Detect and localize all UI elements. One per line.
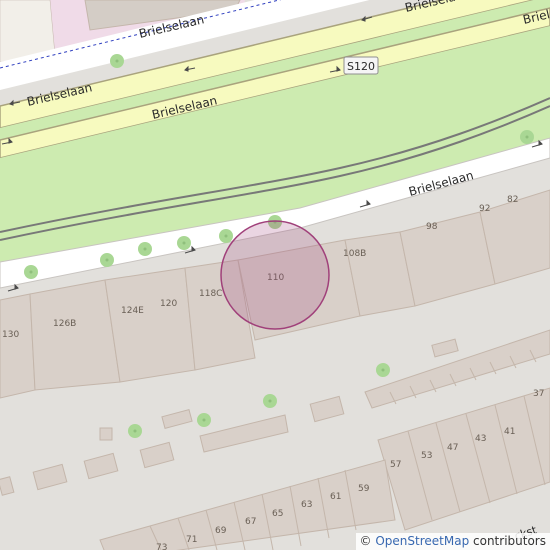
house-number: 41	[504, 427, 515, 437]
house-number: 69	[215, 526, 227, 536]
house-number: 47	[447, 443, 458, 453]
route-shield: S120	[343, 56, 379, 75]
house-number: 63	[301, 500, 312, 510]
house-number: 43	[475, 434, 486, 444]
house-number: 108B	[343, 249, 366, 259]
house-number: 82	[507, 195, 518, 205]
route-shield-label: S120	[347, 60, 375, 73]
map-canvas[interactable]: Brielselaan Brielselaan Brielselaan Brie…	[0, 0, 550, 550]
house-number: 130	[2, 330, 19, 340]
house-number: 98	[426, 222, 438, 232]
house-number: 126B	[53, 319, 76, 329]
house-number: 61	[330, 492, 341, 502]
map-attribution: © OpenStreetMap contributors	[355, 533, 550, 550]
house-number: 65	[272, 509, 283, 519]
house-number: 71	[186, 535, 197, 545]
house-number: 92	[479, 204, 490, 214]
attribution-suffix: contributors	[473, 534, 546, 548]
house-number: 53	[421, 451, 432, 461]
openstreetmap-link[interactable]: OpenStreetMap	[375, 534, 469, 548]
house-number: 124E	[121, 306, 144, 316]
house-number: 73	[156, 543, 167, 550]
house-number: 120	[160, 299, 177, 309]
map-view[interactable]: Brielselaan Brielselaan Brielselaan Brie…	[0, 0, 550, 550]
house-number: 67	[245, 517, 256, 527]
location-marker[interactable]	[220, 220, 330, 330]
house-number: 59	[358, 484, 370, 494]
house-number: 118C	[199, 289, 222, 299]
house-number: 37	[533, 389, 544, 399]
copyright-symbol: ©	[359, 534, 372, 548]
house-number: 57	[390, 460, 401, 470]
